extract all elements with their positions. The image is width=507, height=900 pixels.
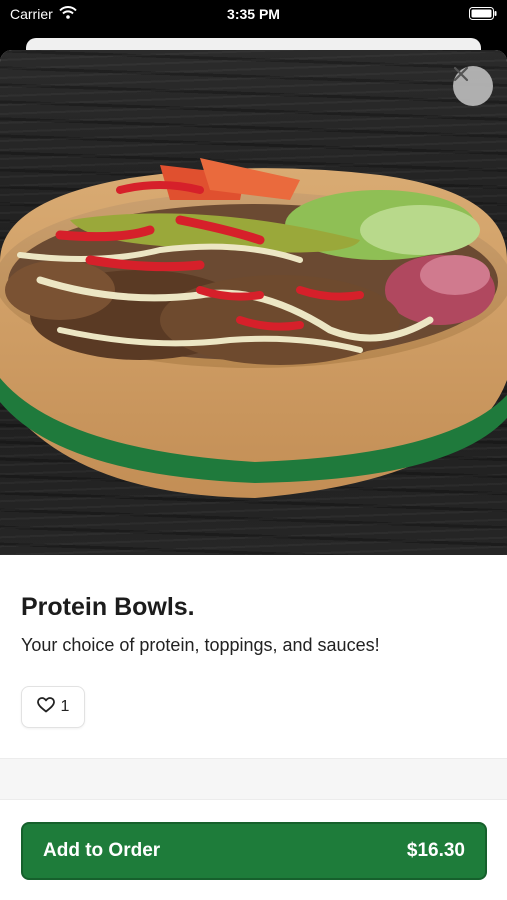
like-button[interactable]: 1 xyxy=(21,686,85,728)
battery-icon xyxy=(469,7,497,23)
add-to-order-label: Add to Order xyxy=(43,840,161,861)
footer: Add to Order $16.30 xyxy=(0,800,507,900)
heart-icon xyxy=(36,696,55,718)
protein-bowl-photo xyxy=(0,158,507,498)
status-bar: Carrier 3:35 PM xyxy=(0,0,507,28)
product-description: Your choice of protein, toppings, and sa… xyxy=(21,635,380,655)
screen: Carrier 3:35 PM Protein Bowls. Your choi… xyxy=(0,0,507,900)
product-image xyxy=(0,50,507,555)
add-to-order-button[interactable]: Add to Order $16.30 xyxy=(21,822,487,880)
close-button[interactable] xyxy=(453,66,493,106)
order-price: $16.30 xyxy=(406,840,465,861)
status-time: 3:35 PM xyxy=(227,6,280,22)
product-title: Protein Bowls. xyxy=(21,593,195,621)
like-count: 1 xyxy=(60,698,70,715)
section-divider xyxy=(0,758,507,800)
product-info: Protein Bowls. Your choice of protein, t… xyxy=(0,555,507,755)
product-detail-card: Protein Bowls. Your choice of protein, t… xyxy=(0,50,507,900)
